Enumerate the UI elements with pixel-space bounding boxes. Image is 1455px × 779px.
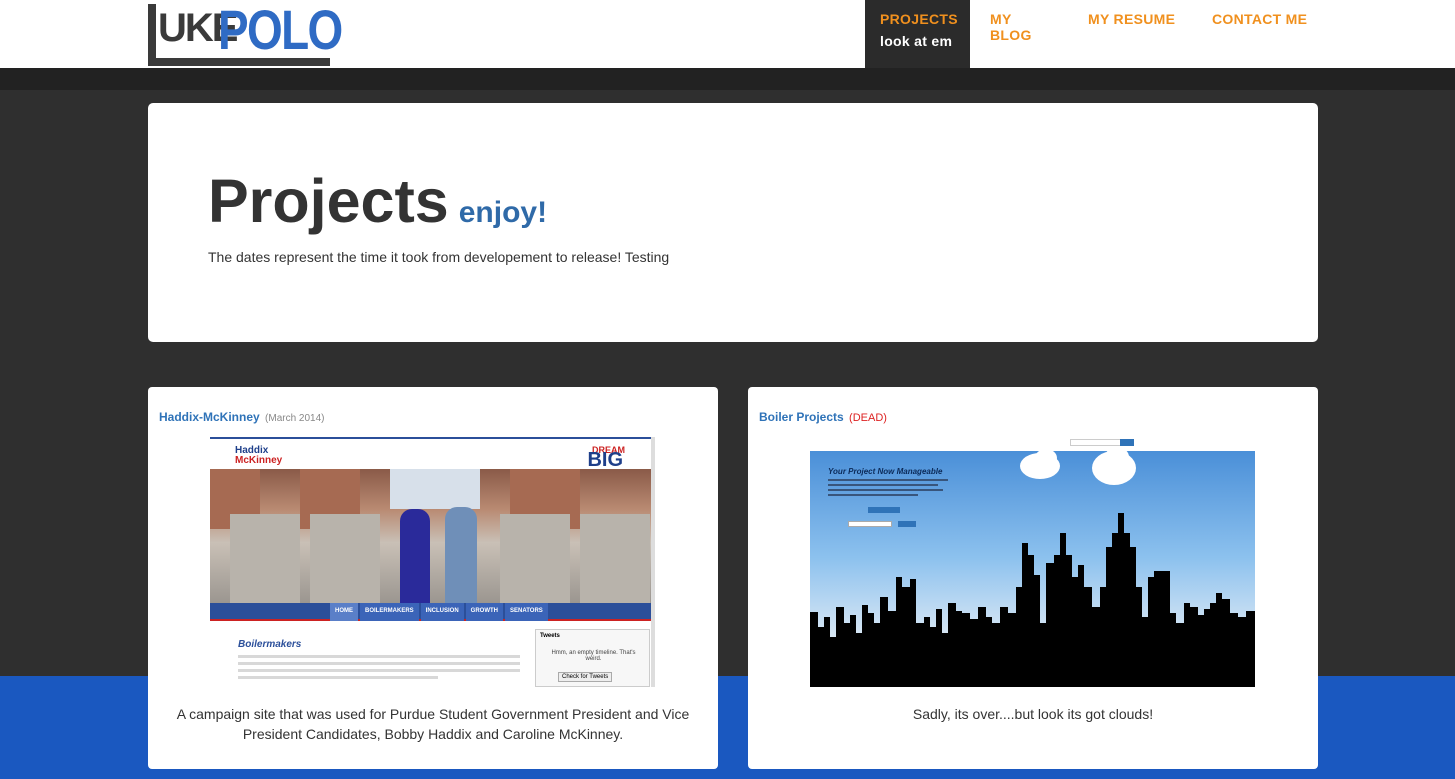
project-card-header: Boiler Projects (DEAD) [759, 410, 887, 424]
project-description: A campaign site that was used for Purdue… [176, 706, 690, 742]
page-title-text: Projects [208, 167, 449, 235]
nav-blog[interactable]: MY BLOG [970, 0, 1072, 68]
screenshot-nav-item: BOILERMAKERS [360, 603, 419, 621]
project-card: Haddix-McKinney (March 2014) Haddix McKi… [148, 387, 718, 769]
tweets-label: Tweets [540, 633, 560, 639]
nav-contact[interactable]: CONTACT ME [1194, 0, 1324, 68]
hero-panel: Projects enjoy! The dates represent the t… [148, 103, 1318, 342]
screenshot-text-line [238, 662, 520, 665]
logo-text-polo: POLO [218, 0, 343, 61]
main-nav: PROJECTS look at em MY BLOG MY RESUME CO… [865, 0, 1324, 68]
project-card-header: Haddix-McKinney (March 2014) [159, 410, 325, 424]
screenshot-nav-item: GROWTH [465, 603, 503, 621]
screenshot-section-title: Boilermakers [238, 639, 302, 650]
photo-person [445, 507, 477, 603]
page-title: Projects enjoy! [208, 171, 547, 232]
logo-underline [148, 58, 330, 66]
photo-sky [390, 469, 480, 509]
project-title-link[interactable]: Boiler Projects [759, 410, 844, 424]
screenshot-text-line [238, 669, 520, 672]
screenshot-header: Haddix McKinney DREAM BIG [210, 437, 655, 471]
nav-resume[interactable]: MY RESUME [1072, 0, 1194, 68]
screenshot-text-line [238, 676, 438, 679]
nav-projects-label: PROJECTS [880, 11, 958, 27]
screenshot-nav: HOME BOILERMAKERS INCLUSION GROWTH SENAT… [210, 603, 655, 621]
screenshot-text-line [238, 655, 520, 658]
nav-projects-sublabel: look at em [880, 33, 953, 49]
project-date: (March 2014) [265, 413, 325, 424]
header-shadow-band [0, 68, 1455, 90]
nav-projects[interactable]: PROJECTS look at em [865, 0, 970, 68]
screenshot-scrollbar [651, 437, 655, 687]
page-subtitle: enjoy! [458, 196, 548, 229]
screenshot-name-2: McKinney [235, 455, 283, 466]
photo-person [400, 509, 430, 604]
screenshot-nav-item: SENATORS [505, 603, 548, 621]
site-logo[interactable]: UKE POLO [148, 2, 343, 68]
screenshot-photo [210, 469, 655, 604]
project-status: (DEAD) [849, 412, 887, 424]
tweets-empty: Hmm, an empty timeline. That's weird. [551, 650, 636, 662]
page-description: The dates represent the time it took fro… [208, 249, 670, 265]
city-skyline [810, 513, 1255, 687]
screenshot-tweets-box: Tweets Hmm, an empty timeline. That's we… [535, 629, 650, 687]
project-description: Sadly, its over....but look its got clou… [912, 706, 1154, 722]
logo-l-stem [148, 4, 156, 64]
project-screenshot[interactable]: Your Project Now Manageable [810, 437, 1255, 687]
photo-wall [310, 514, 380, 604]
screenshot-nav-item: INCLUSION [420, 603, 464, 621]
screenshot-nav-items: HOME BOILERMAKERS INCLUSION GROWTH SENAT… [330, 603, 550, 621]
screenshot-logo: Haddix McKinney [235, 446, 282, 466]
screenshot-nav-item: HOME [330, 603, 358, 621]
tweets-button: Check for Tweets [558, 672, 613, 682]
project-screenshot[interactable]: Haddix McKinney DREAM BIG HOME BOILERMAK… [210, 437, 655, 687]
screenshot-body: Boilermakers Tweets Hmm, an empty timeli… [210, 623, 655, 687]
photo-wall [500, 514, 570, 604]
project-title-link[interactable]: Haddix-McKinney [159, 410, 260, 424]
top-header: UKE POLO PROJECTS look at em MY BLOG MY … [0, 0, 1455, 68]
photo-wall [580, 514, 650, 604]
project-card: Boiler Projects (DEAD) Your Project Now … [748, 387, 1318, 769]
photo-wall [230, 514, 300, 604]
